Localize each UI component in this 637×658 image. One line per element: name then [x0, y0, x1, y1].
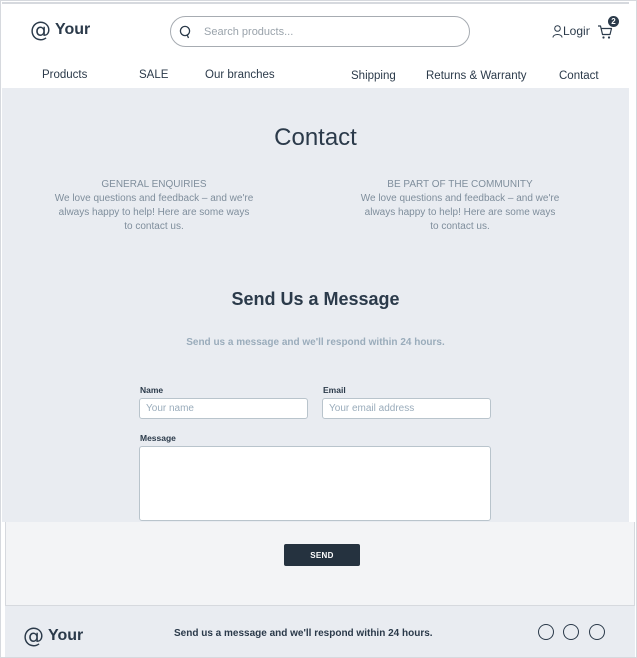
- email-field[interactable]: [322, 398, 491, 419]
- nav-products[interactable]: Products: [42, 69, 87, 81]
- community-heading: BE PART OF THE COMMUNITY: [387, 179, 533, 190]
- logo-text: Your: [55, 21, 91, 38]
- social-icon-2[interactable]: [563, 624, 579, 640]
- community-text: We love questions and feedback – and we'…: [360, 193, 560, 232]
- email-label: Email: [323, 385, 346, 395]
- send-section: SEND: [5, 522, 635, 605]
- login-label: Login: [563, 24, 590, 38]
- message-field[interactable]: [139, 446, 491, 521]
- footer-logo-at-icon: @: [23, 624, 44, 648]
- general-enquiries-heading: GENERAL ENQUIRIES: [101, 179, 207, 190]
- site-footer: @ Your Send us a message and we'll respo…: [5, 605, 635, 657]
- nav-contact[interactable]: Contact: [559, 70, 599, 82]
- social-icon-1[interactable]: [538, 624, 554, 640]
- page-title: Contact: [274, 124, 357, 151]
- contact-main: Contact GENERAL ENQUIRIES We love questi…: [2, 88, 629, 522]
- general-enquiries-text: We love questions and feedback – and we'…: [54, 193, 254, 232]
- name-label: Name: [140, 385, 164, 395]
- search-bar[interactable]: [170, 16, 470, 47]
- login-link[interactable]: Login: [552, 24, 590, 38]
- cart-icon: [597, 24, 613, 45]
- message-label: Message: [140, 433, 176, 443]
- site-header: @ Your Login 2 Products SALE Our branche…: [2, 2, 629, 88]
- nav-our-branches[interactable]: Our branches: [205, 69, 275, 81]
- nav-sale[interactable]: SALE: [139, 69, 168, 81]
- nav-shipping[interactable]: Shipping: [351, 70, 396, 82]
- footer-message: Send us a message and we'll respond with…: [174, 628, 433, 639]
- header-logo[interactable]: @ Your: [30, 18, 90, 42]
- name-field[interactable]: [139, 398, 308, 419]
- form-title: Send Us a Message: [231, 289, 400, 309]
- user-icon: [552, 24, 563, 38]
- community-block: BE PART OF THE COMMUNITY We love questio…: [360, 178, 560, 234]
- search-input[interactable]: [204, 25, 444, 38]
- search-icon[interactable]: [178, 25, 192, 39]
- cart-count-badge: 2: [608, 16, 619, 27]
- form-subtitle: Send us a message and we'll respond with…: [186, 337, 445, 348]
- footer-logo[interactable]: @ Your: [23, 624, 83, 648]
- logo-at-icon: @: [30, 18, 51, 42]
- general-enquiries-block: GENERAL ENQUIRIES We love questions and …: [54, 178, 254, 234]
- nav-returns-warranty[interactable]: Returns & Warranty: [426, 70, 527, 82]
- cart-button[interactable]: 2: [597, 16, 623, 46]
- social-icon-3[interactable]: [589, 624, 605, 640]
- send-button[interactable]: SEND: [284, 544, 360, 566]
- footer-logo-text: Your: [48, 627, 84, 644]
